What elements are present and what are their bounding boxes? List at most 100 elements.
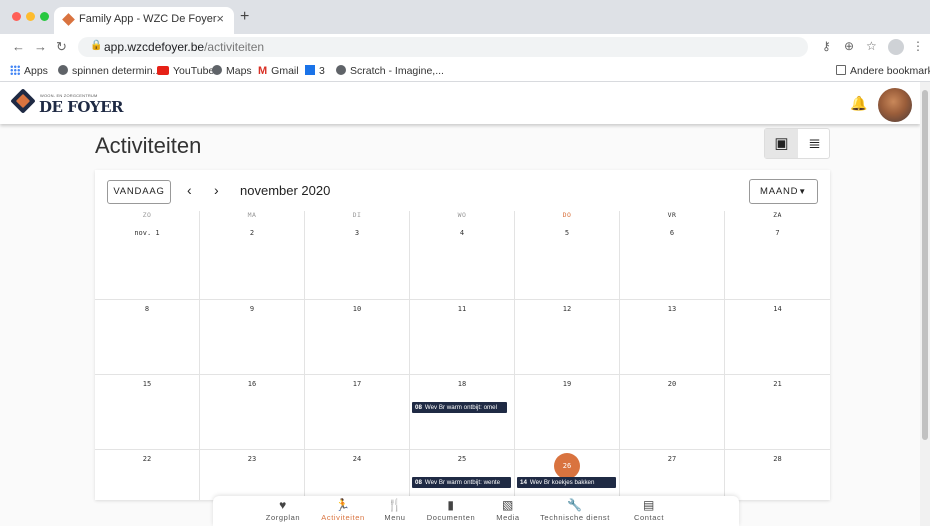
day-number: 21 (773, 380, 782, 388)
day-cell[interactable]: 2 (200, 224, 305, 299)
bell-icon[interactable]: 🔔 (850, 95, 867, 112)
bookmark-3[interactable]: 3 (305, 65, 325, 77)
bookmark-scratch[interactable]: Scratch - Imagine,... (336, 65, 444, 77)
window-close-button[interactable] (12, 12, 21, 21)
forward-arrow-icon[interactable]: → (34, 39, 47, 54)
day-cell[interactable]: 15 (95, 375, 200, 449)
prev-month-icon[interactable]: ‹ (187, 182, 192, 198)
event-time: 14 (520, 479, 527, 486)
new-tab-button[interactable]: + (240, 8, 249, 26)
day-cell[interactable]: 19 (515, 375, 620, 449)
event-time: 08 (415, 479, 422, 486)
foyer-logo-icon (10, 88, 36, 114)
page-scrollbar[interactable] (920, 82, 930, 526)
bookmarks-bar: Apps spinnen determin... YouTube Maps MG… (0, 60, 930, 82)
weekday-label: ZA (773, 211, 782, 219)
window-zoom-button[interactable] (40, 12, 49, 21)
day-cell[interactable]: 8 (95, 300, 200, 374)
reload-icon[interactable]: ↻ (56, 39, 67, 55)
day-cell[interactable]: 12 (515, 300, 620, 374)
event-title: Wev Br koekjes bakken (529, 479, 595, 486)
profile-avatar-icon[interactable] (888, 39, 904, 55)
day-cell[interactable]: 27 (620, 450, 725, 500)
day-cell[interactable]: 17 (305, 375, 410, 449)
list-view-icon[interactable]: ≣ (798, 129, 831, 158)
weekday-label: VR (620, 211, 725, 224)
day-cell[interactable]: 18 08 Wev Br warm ontbijt: omel (410, 375, 515, 449)
day-number: 20 (667, 380, 677, 388)
day-cell[interactable]: 25 08 Wev Br warm ontbijt: wente (410, 450, 515, 500)
app-header: WOON- EN ZORGCENTRUM DE FOYER 🔔 (0, 82, 920, 124)
next-month-icon[interactable]: › (214, 182, 219, 198)
nav-menu[interactable]: 🍴 Menu (381, 496, 409, 522)
key-icon[interactable]: ⚷ (822, 39, 831, 53)
browser-tab[interactable]: Family App - WZC De Foyer × (54, 7, 234, 34)
day-number: 19 (562, 380, 572, 388)
weekday-label: MA (200, 211, 305, 224)
nav-activiteiten[interactable]: 🏃 Activiteiten (317, 496, 369, 522)
day-cell[interactable]: 21 (725, 375, 830, 449)
day-cell[interactable]: 22 (95, 450, 200, 500)
week-row: 22 23 24 25 08 Wev Br warm ontbijt: wente… (95, 449, 830, 500)
event-chip[interactable]: 14 Wev Br koekjes bakken (517, 477, 616, 488)
day-cell-today[interactable]: 26 14 Wev Br koekjes bakken (515, 450, 620, 500)
weekday-label: WO (410, 211, 515, 224)
bookmark-gmail[interactable]: M Gmail (258, 65, 299, 77)
day-cell[interactable]: 7 (725, 224, 830, 299)
event-title: Wev Br warm ontbijt: wente (424, 479, 501, 486)
nav-contact[interactable]: ▤ Contact (629, 496, 669, 522)
nav-technische-dienst[interactable]: 🔧 Technische dienst (537, 496, 613, 522)
month-grid: ZO MA DI WO DO VR ZA nov. 1 2 3 4 5 6 7 … (95, 211, 830, 500)
day-cell[interactable]: 9 (200, 300, 305, 374)
scrollbar-thumb[interactable] (922, 90, 928, 440)
today-button[interactable]: VANDAAG (107, 180, 171, 204)
day-cell[interactable]: 24 (305, 450, 410, 500)
day-cell[interactable]: 20 (620, 375, 725, 449)
day-cell[interactable]: 13 (620, 300, 725, 374)
calendar-view-icon[interactable]: ▣ (765, 129, 798, 158)
gmail-icon: M (258, 65, 268, 77)
tab-close-icon[interactable]: × (216, 11, 224, 26)
event-chip[interactable]: 08 Wev Br warm ontbijt: omel (412, 402, 507, 413)
person-activity-icon: 🏃 (335, 498, 351, 512)
view-select[interactable]: MAAND ▼ (749, 179, 818, 204)
avatar[interactable] (878, 88, 912, 122)
week-row: 8 9 10 11 12 13 14 (95, 299, 830, 374)
star-bookmark-icon[interactable]: ☆ (866, 39, 877, 53)
bookmark-spinnen[interactable]: spinnen determin... (58, 65, 161, 77)
zoom-plus-icon[interactable]: ⊕ (844, 39, 854, 53)
day-cell[interactable]: 6 (620, 224, 725, 299)
day-cell[interactable]: nov. 1 (95, 224, 200, 299)
back-arrow-icon[interactable]: ← (12, 39, 25, 54)
bookmark-apps[interactable]: Apps (10, 65, 48, 77)
url-path: /activiteiten (204, 40, 265, 54)
day-cell[interactable]: 3 (305, 224, 410, 299)
address-bar-row: ← → ↻ 🔒 app.wzcdefoyer.be/activiteiten ⚷… (0, 34, 930, 60)
nav-media[interactable]: ▧ Media (493, 496, 523, 522)
other-bookmarks[interactable]: Andere bookmarks (836, 65, 930, 77)
apps-icon (10, 65, 20, 75)
day-cell[interactable]: 28 (725, 450, 830, 500)
day-number: 6 (669, 229, 675, 237)
lock-icon: 🔒 (90, 40, 103, 51)
weekday-label: ZO (95, 211, 200, 224)
logo-title: DE FOYER (39, 98, 124, 116)
day-cell[interactable]: 16 (200, 375, 305, 449)
day-cell[interactable]: 11 (410, 300, 515, 374)
nav-zorgplan[interactable]: ♥ Zorgplan (261, 496, 305, 522)
day-number: 11 (457, 305, 467, 313)
day-cell[interactable]: 5 (515, 224, 620, 299)
event-chip[interactable]: 08 Wev Br warm ontbijt: wente (412, 477, 511, 488)
window-minimize-button[interactable] (26, 12, 35, 21)
kebab-menu-icon[interactable]: ⋮ (912, 39, 924, 53)
day-cell[interactable]: 14 (725, 300, 830, 374)
nav-documenten[interactable]: ▮ Documenten (423, 496, 479, 522)
day-cell[interactable]: 23 (200, 450, 305, 500)
tab-title: Family App - WZC De Foyer (79, 13, 217, 25)
bookmark-maps[interactable]: Maps (212, 65, 252, 77)
bookmark-youtube[interactable]: YouTube (157, 65, 214, 77)
url-input[interactable]: 🔒 app.wzcdefoyer.be/activiteiten (78, 37, 808, 57)
globe-icon (212, 65, 222, 75)
day-cell[interactable]: 10 (305, 300, 410, 374)
day-cell[interactable]: 4 (410, 224, 515, 299)
